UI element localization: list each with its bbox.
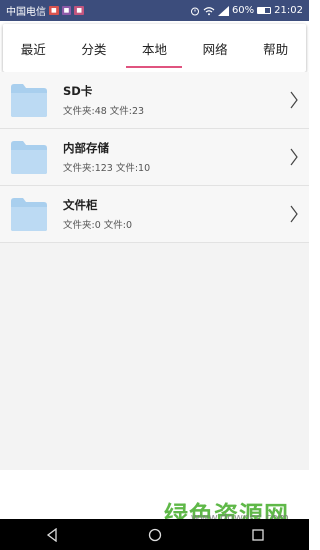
alarm-icon bbox=[190, 7, 199, 15]
location-meta: 文件夹:0 文件:0 bbox=[63, 220, 133, 231]
list-item[interactable]: SD卡文件夹:48 文件:23 bbox=[0, 72, 309, 129]
signal-icon bbox=[217, 5, 229, 16]
location-list: SD卡文件夹:48 文件:23 内部存储文件夹:123 文件:10 文件柜文件夹:0… bbox=[0, 72, 309, 470]
item-text: 文件柜文件夹:0 文件:0 bbox=[63, 197, 132, 231]
location-name: SD卡 bbox=[63, 84, 93, 98]
chevron-right-icon bbox=[290, 205, 298, 223]
location-name: 文件柜 bbox=[63, 198, 98, 212]
status-right: 60% 21:02 bbox=[190, 5, 303, 16]
screen: 中国电信 ■ ■ ■ 60% 21:02 最近 分类 本地 网络 帮助 SD卡 … bbox=[0, 0, 309, 550]
folder-icon bbox=[11, 84, 47, 117]
clock: 21:02 bbox=[274, 5, 303, 16]
chevron-right-icon bbox=[290, 91, 298, 109]
tab-4[interactable]: 帮助 bbox=[246, 24, 306, 72]
tab-2[interactable]: 本地 bbox=[124, 24, 184, 72]
location-meta: 文件夹:123 文件:10 bbox=[63, 163, 151, 174]
status-left: 中国电信 ■ ■ ■ bbox=[6, 3, 85, 18]
app-notification-icon: ■ bbox=[61, 6, 72, 15]
item-text: 内部存储文件夹:123 文件:10 bbox=[63, 140, 150, 174]
back-icon[interactable] bbox=[45, 527, 59, 542]
location-meta: 文件夹:48 文件:23 bbox=[63, 106, 145, 117]
tab-bar: 最近 分类 本地 网络 帮助 bbox=[3, 24, 306, 72]
chevron-right-icon bbox=[290, 148, 298, 166]
home-icon[interactable] bbox=[148, 528, 162, 542]
battery-percent: 60% bbox=[231, 5, 255, 16]
tab-3[interactable]: 网络 bbox=[185, 24, 245, 72]
message-icon: ■ bbox=[74, 6, 85, 15]
folder-icon bbox=[11, 198, 47, 231]
notification-icon: ■ bbox=[49, 6, 59, 15]
recent-apps-icon[interactable] bbox=[251, 528, 265, 542]
tab-1[interactable]: 分类 bbox=[64, 24, 124, 72]
folder-icon bbox=[11, 141, 47, 174]
status-bar: 中国电信 ■ ■ ■ 60% 21:02 bbox=[0, 0, 309, 21]
list-item[interactable]: 内部存储文件夹:123 文件:10 bbox=[0, 129, 309, 186]
item-text: SD卡文件夹:48 文件:23 bbox=[63, 83, 144, 117]
navigation-bar bbox=[0, 519, 309, 550]
battery-icon bbox=[257, 7, 272, 14]
battery-fill bbox=[258, 8, 266, 13]
tab-0[interactable]: 最近 bbox=[3, 24, 63, 72]
wifi-icon bbox=[203, 6, 215, 15]
carrier-label: 中国电信 bbox=[6, 7, 46, 18]
list-item[interactable]: 文件柜文件夹:0 文件:0 bbox=[0, 186, 309, 243]
location-name: 内部存储 bbox=[63, 141, 109, 155]
